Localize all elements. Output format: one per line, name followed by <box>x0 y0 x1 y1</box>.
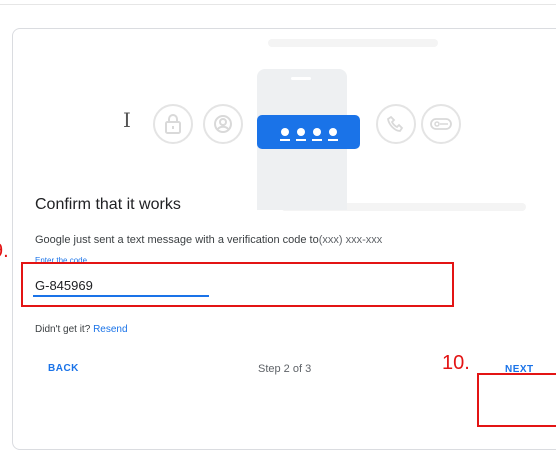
code-dot <box>295 128 306 141</box>
step-indicator: Step 2 of 3 <box>258 363 312 375</box>
code-dot <box>327 128 338 141</box>
code-dots-icon <box>257 115 360 149</box>
text-cursor-icon: I <box>123 108 131 132</box>
page-title: Confirm that it works <box>35 196 181 213</box>
resend-line: Didn't get it? Resend <box>35 324 128 335</box>
phone-notch <box>291 77 311 80</box>
annotation-highlight-code <box>21 262 454 307</box>
phone-icon <box>376 104 416 144</box>
message-text: Google just sent a text message with a v… <box>35 234 319 246</box>
back-button[interactable]: BACK <box>48 363 79 374</box>
no-code-text: Didn't get it? <box>35 324 91 335</box>
lock-icon <box>153 104 193 144</box>
code-dot <box>311 128 322 141</box>
annotation-step-9: 9. <box>0 240 9 262</box>
annotation-highlight-next <box>477 373 556 427</box>
next-button[interactable]: NEXT <box>505 364 534 375</box>
verification-message: Google just sent a text message with a v… <box>35 234 382 246</box>
faint-text-line <box>268 39 438 47</box>
resend-link[interactable]: Resend <box>93 324 127 335</box>
top-divider <box>0 4 556 5</box>
phone-number: (xxx) xxx-xxx <box>318 234 383 246</box>
annotation-step-10: 10. <box>442 352 470 374</box>
account-icon <box>203 104 243 144</box>
code-dot <box>279 128 290 141</box>
key-icon <box>421 104 461 144</box>
